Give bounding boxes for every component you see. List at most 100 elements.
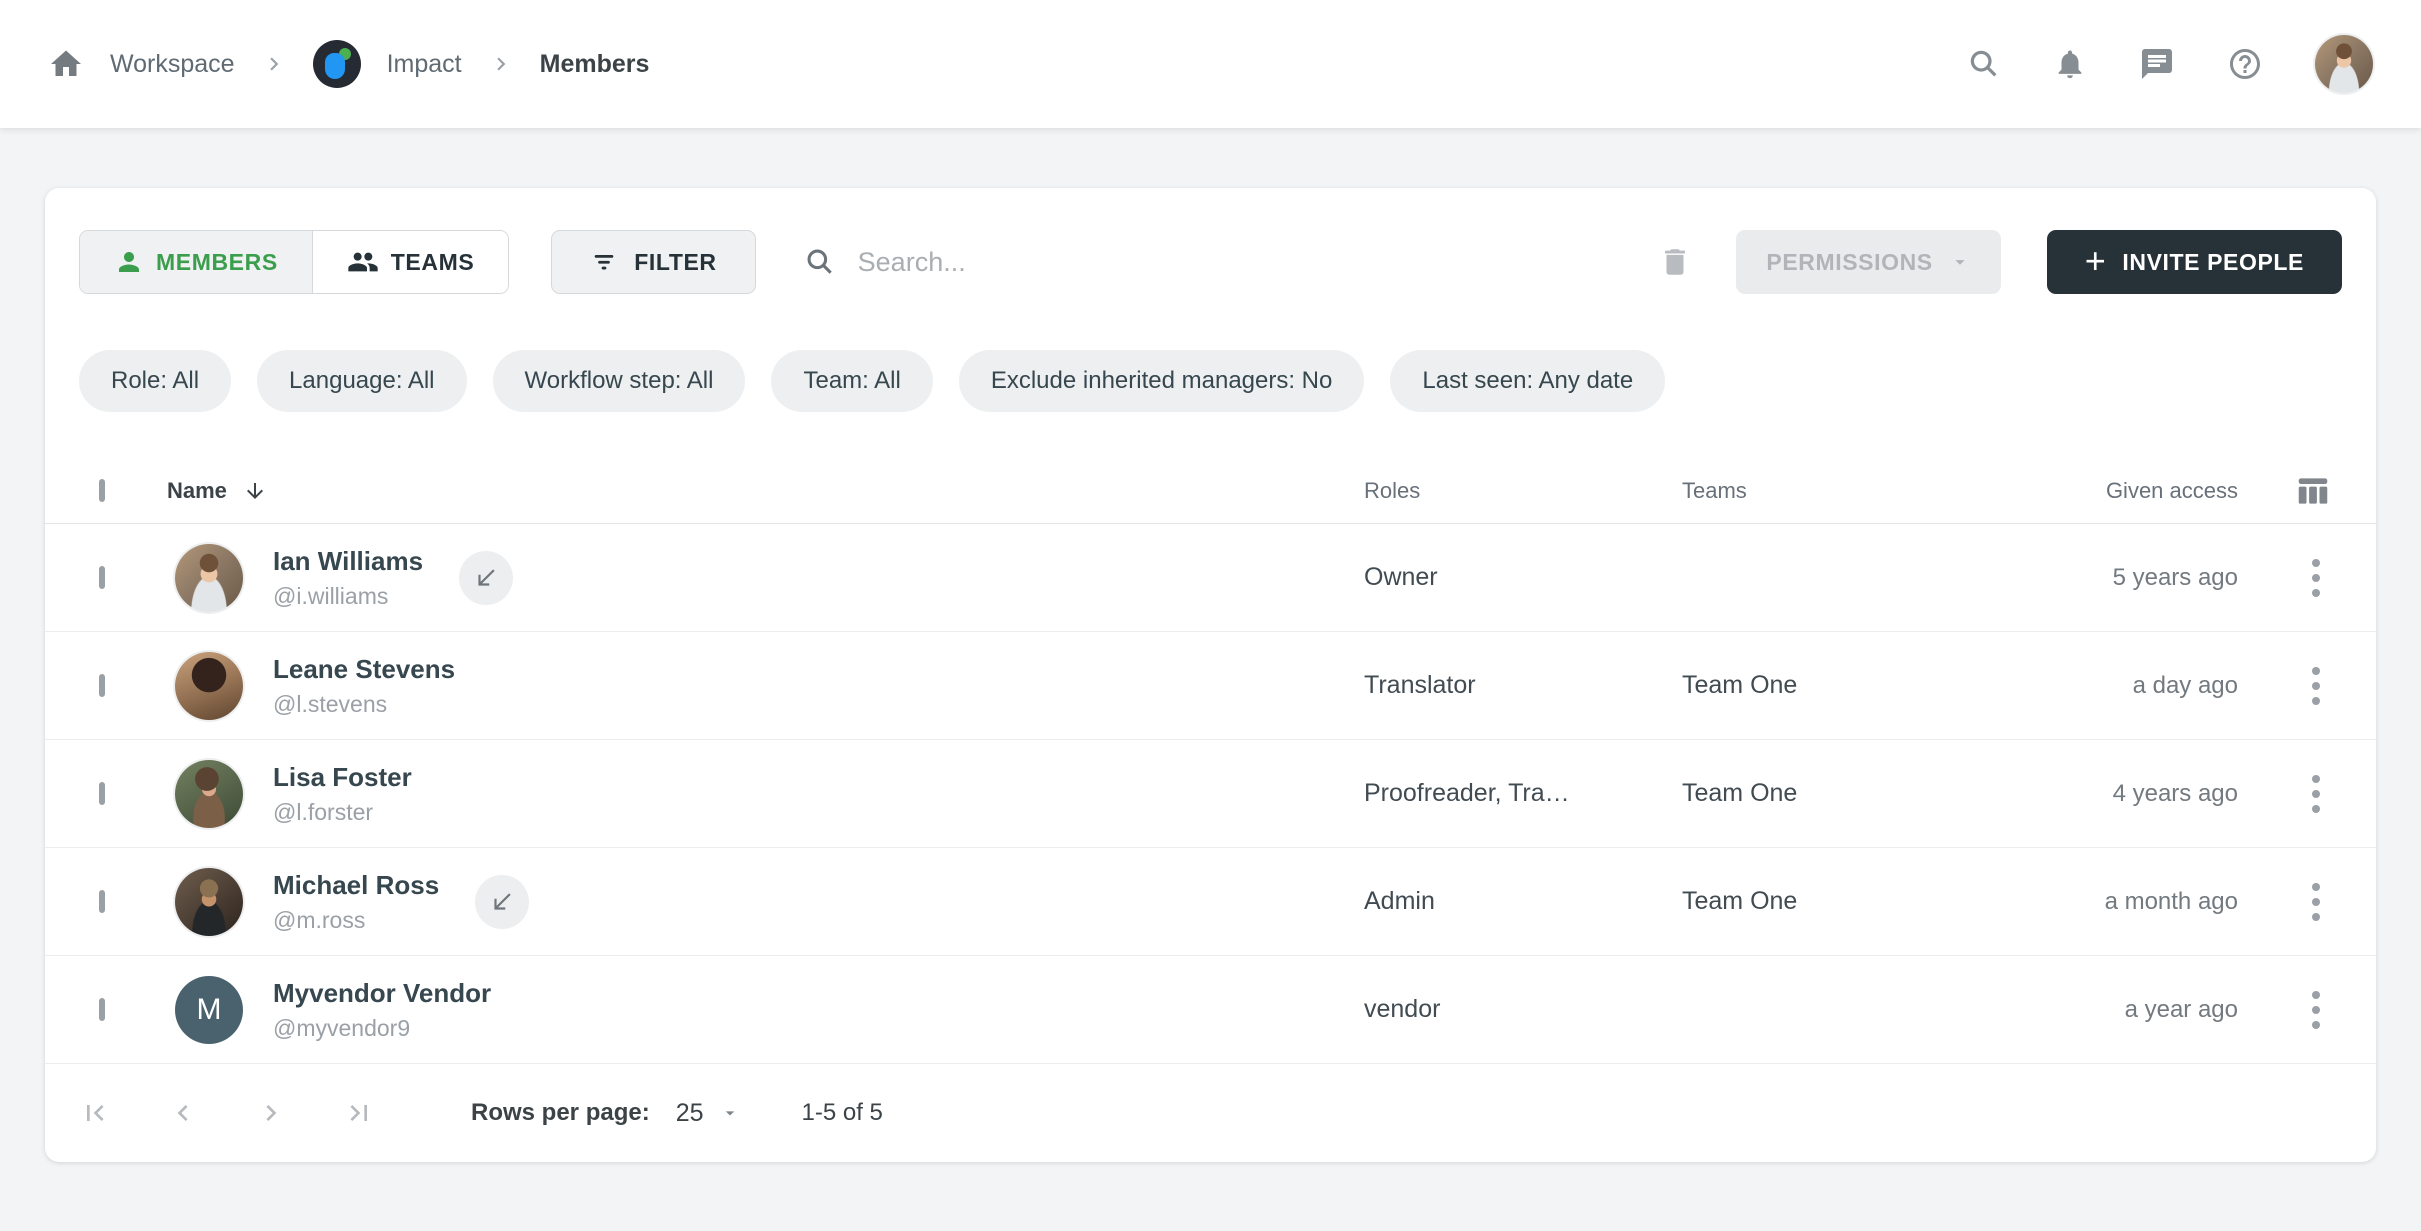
member-cell: M Myvendor Vendor @myvendor9: [167, 976, 1364, 1044]
row-checkbox[interactable]: [99, 998, 105, 1021]
user-avatar[interactable]: [2315, 35, 2373, 93]
avatar: [175, 868, 243, 936]
filter-chip[interactable]: Last seen: Any date: [1390, 350, 1665, 412]
tab-members-label: MEMBERS: [156, 249, 278, 276]
view-tab-group: MEMBERS TEAMS: [79, 230, 509, 294]
chevron-right-icon: [261, 51, 287, 77]
member-cell: Michael Ross@m.ross: [167, 868, 1364, 936]
pagination-nav: [79, 1097, 375, 1129]
row-menu-icon[interactable]: [2304, 875, 2328, 929]
topbar-actions: [1967, 35, 2373, 93]
row-menu-icon[interactable]: [2304, 983, 2328, 1037]
member-roles: Proofreader, Tra…: [1364, 779, 1682, 808]
table-body: Ian Williams @i.williams Owner 5 years ago L…: [45, 524, 2376, 1064]
row-checkbox[interactable]: [99, 674, 105, 697]
arrow-received-icon: [473, 565, 499, 591]
table-header: Name Roles Teams Given access: [45, 458, 2376, 524]
member-roles: Owner: [1364, 563, 1682, 592]
members-table: Name Roles Teams Given access Ian Willia…: [45, 458, 2376, 1064]
column-settings-icon[interactable]: [2294, 472, 2332, 510]
row-menu-icon[interactable]: [2304, 551, 2328, 605]
member-given-access: a year ago: [1998, 996, 2238, 1024]
caret-down-icon: [720, 1103, 740, 1123]
people-icon: [347, 246, 379, 278]
search-input[interactable]: [858, 247, 1639, 278]
last-page-icon[interactable]: [343, 1097, 375, 1129]
member-name[interactable]: Ian Williams: [273, 546, 423, 577]
column-header-given-access[interactable]: Given access: [1998, 478, 2238, 504]
avatar: [175, 544, 243, 612]
column-header-roles[interactable]: Roles: [1364, 478, 1682, 504]
row-checkbox[interactable]: [99, 566, 105, 589]
rows-per-page-value: 25: [676, 1099, 704, 1128]
members-card: MEMBERS TEAMS FILTER PERMI: [45, 188, 2376, 1162]
invite-people-label: INVITE PEOPLE: [2122, 249, 2304, 276]
member-cell: Leane Stevens@l.stevens: [167, 652, 1364, 720]
inherited-access-badge: [475, 875, 529, 929]
help-icon[interactable]: [2227, 46, 2263, 82]
member-name[interactable]: Myvendor Vendor: [273, 978, 491, 1009]
member-given-access: a day ago: [1998, 672, 2238, 700]
row-menu-icon[interactable]: [2304, 659, 2328, 713]
arrow-received-icon: [489, 889, 515, 915]
permissions-button[interactable]: PERMISSIONS: [1736, 230, 2000, 294]
tab-members[interactable]: MEMBERS: [80, 231, 313, 293]
notifications-icon[interactable]: [2053, 47, 2087, 81]
avatar: [175, 760, 243, 828]
sort-descending-icon: [243, 479, 267, 503]
member-identity: Myvendor Vendor @myvendor9: [273, 978, 491, 1042]
column-header-name[interactable]: Name: [167, 478, 1364, 504]
inherited-access-badge: [459, 551, 513, 605]
filter-chip[interactable]: Workflow step: All: [493, 350, 746, 412]
row-menu-icon[interactable]: [2304, 767, 2328, 821]
filter-chip[interactable]: Team: All: [771, 350, 932, 412]
search-box: [804, 246, 1639, 278]
select-all-checkbox[interactable]: [99, 479, 105, 502]
filter-chip[interactable]: Language: All: [257, 350, 466, 412]
pagination-range: 1-5 of 5: [802, 1099, 883, 1127]
breadcrumb-project[interactable]: Impact: [387, 50, 462, 79]
member-username: @myvendor9: [273, 1015, 491, 1042]
tab-teams[interactable]: TEAMS: [313, 231, 509, 293]
row-checkbox[interactable]: [99, 890, 105, 913]
next-page-icon[interactable]: [255, 1097, 287, 1129]
filter-chips: Role: All Language: All Workflow step: All…: [45, 294, 2376, 412]
search-icon[interactable]: [1967, 47, 2001, 81]
plus-icon: +: [2085, 243, 2107, 279]
member-name[interactable]: Lisa Foster: [273, 762, 412, 793]
messages-icon[interactable]: [2139, 46, 2175, 82]
first-page-icon[interactable]: [79, 1097, 111, 1129]
invite-people-button[interactable]: + INVITE PEOPLE: [2047, 230, 2342, 294]
member-cell: Lisa Foster @l.forster: [167, 760, 1364, 828]
previous-page-icon[interactable]: [167, 1097, 199, 1129]
column-header-teams[interactable]: Teams: [1682, 478, 1998, 504]
filter-button-label: FILTER: [634, 249, 716, 276]
filter-chip[interactable]: Exclude inherited managers: No: [959, 350, 1365, 412]
rows-per-page-select[interactable]: 25: [676, 1099, 740, 1128]
member-given-access: 5 years ago: [1998, 564, 2238, 592]
member-name[interactable]: Leane Stevens: [273, 654, 455, 685]
filter-chip[interactable]: Role: All: [79, 350, 231, 412]
breadcrumb-workspace[interactable]: Workspace: [110, 50, 235, 79]
member-teams: Team One: [1682, 887, 1998, 916]
member-teams: Team One: [1682, 671, 1998, 700]
avatar: M: [175, 976, 243, 1044]
member-name[interactable]: Michael Ross: [273, 870, 439, 901]
project-logo[interactable]: [313, 40, 361, 88]
tab-teams-label: TEAMS: [391, 249, 475, 276]
filter-button[interactable]: FILTER: [551, 230, 755, 294]
home-icon[interactable]: [48, 46, 84, 82]
member-identity: Leane Stevens@l.stevens: [273, 654, 455, 718]
search-icon: [804, 246, 836, 278]
trash-icon[interactable]: [1658, 245, 1692, 279]
member-identity: Ian Williams @i.williams: [273, 546, 423, 610]
member-roles: vendor: [1364, 995, 1682, 1024]
row-checkbox[interactable]: [99, 782, 105, 805]
table-row: Michael Ross@m.rossAdminTeam Onea month …: [45, 848, 2376, 956]
member-username: @l.forster: [273, 799, 412, 826]
breadcrumb-current-page: Members: [540, 50, 650, 79]
caret-down-icon: [1949, 251, 1971, 273]
member-username: @i.williams: [273, 583, 423, 610]
toolbar: MEMBERS TEAMS FILTER PERMI: [45, 188, 2376, 294]
member-identity: Lisa Foster @l.forster: [273, 762, 412, 826]
